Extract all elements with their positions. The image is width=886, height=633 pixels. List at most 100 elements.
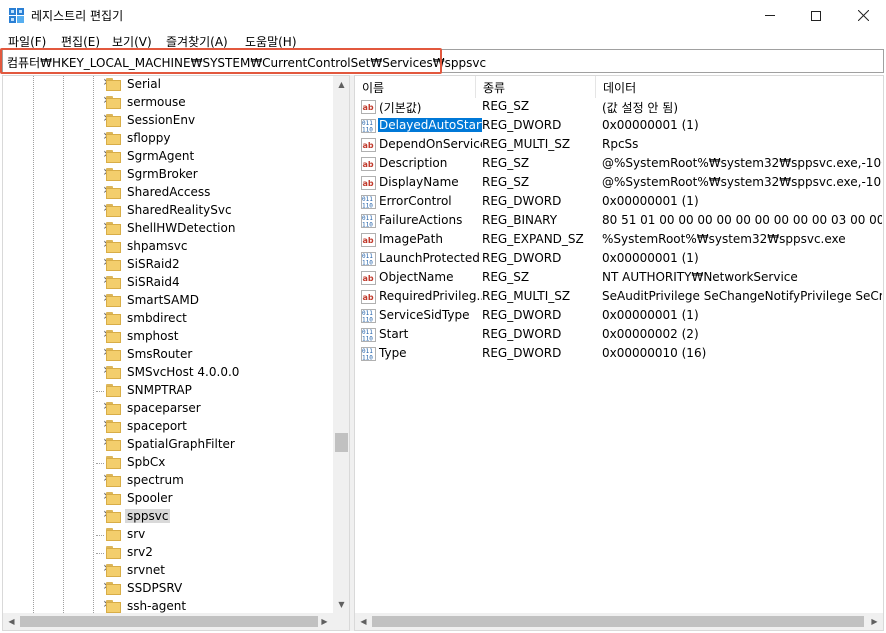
tree-item[interactable]: SNMPTRAP [3, 382, 333, 400]
tree-horizontal-thumb[interactable] [20, 616, 318, 627]
tree-item[interactable]: ›SiSRaid2 [3, 255, 333, 274]
tree-item[interactable]: ›spaceparser [3, 399, 333, 418]
string-value-icon: ab [361, 290, 376, 304]
value-row[interactable]: 011 110 LaunchProtected REG_DWORD 0x00000001… [355, 250, 883, 269]
tree-item[interactable]: ›sfloppy [3, 129, 333, 148]
values-horizontal-scrollbar[interactable]: ◀ ▶ [355, 613, 883, 630]
svg-text:110: 110 [362, 222, 373, 229]
tree-item[interactable]: ›SessionEnv [3, 111, 333, 130]
tree-item[interactable]: SpbCx [3, 454, 333, 472]
value-type: REG_SZ [482, 175, 530, 189]
column-header-data[interactable]: 데이터 [596, 76, 883, 98]
tree-item[interactable]: ›SmsRouter [3, 345, 333, 364]
scroll-down-icon[interactable]: ▼ [333, 596, 349, 613]
tree-item[interactable]: ›smbdirect [3, 309, 333, 328]
binary-value-icon: 011 110 [361, 347, 376, 362]
scroll-right-icon[interactable]: ▶ [866, 613, 883, 630]
folder-icon [106, 96, 121, 109]
value-type: REG_SZ [482, 270, 530, 284]
folder-icon [106, 186, 121, 199]
binary-value-icon: 011 110 [361, 214, 376, 229]
tree-item-label: SiSRaid2 [127, 257, 180, 271]
tree-horizontal-scrollbar[interactable]: ◀ ▶ [3, 613, 333, 630]
value-type: REG_SZ [482, 156, 530, 170]
folder-icon [106, 384, 121, 397]
value-row[interactable]: 011 110 DelayedAutoStart REG_DWORD 0x0000000… [355, 117, 883, 136]
scroll-up-icon[interactable]: ▲ [333, 76, 349, 93]
svg-text:110: 110 [362, 127, 373, 134]
tree-item[interactable]: ›Serial [3, 76, 333, 94]
value-type: REG_MULTI_SZ [482, 289, 571, 303]
tree-item-label: sfloppy [127, 131, 171, 145]
tree-item[interactable]: ›SmartSAMD [3, 291, 333, 310]
value-data: 0x00000010 (16) [602, 346, 707, 360]
value-row[interactable]: ab DependOnService REG_MULTI_SZ RpcSs [355, 136, 883, 155]
tree-item[interactable]: ›smphost [3, 327, 333, 346]
values-pane[interactable]: 이름 종류 데이터 ab (기본값) REG_SZ (값 설정 안 됨) 011 110 D… [354, 75, 884, 631]
folder-icon [106, 78, 121, 91]
close-button[interactable] [840, 0, 886, 31]
values-horizontal-thumb[interactable] [372, 616, 864, 627]
value-row[interactable]: 011 110 ErrorControl REG_DWORD 0x00000001 (1… [355, 193, 883, 212]
value-data: (값 설정 안 됨) [602, 101, 679, 115]
tree-item[interactable]: srv [3, 526, 333, 544]
tree-item[interactable]: ›SpatialGraphFilter [3, 435, 333, 454]
value-row[interactable]: 011 110 FailureActions REG_BINARY 80 51 01 0… [355, 212, 883, 231]
value-data: @%SystemRoot%₩system32₩sppsvc.exe,-101 [602, 175, 882, 189]
value-type: REG_SZ [482, 99, 530, 113]
tree-pane[interactable]: ›Serial›sermouse›SessionEnv›sfloppy›Sgrm… [2, 75, 350, 631]
folder-icon [106, 528, 121, 541]
tree-item[interactable]: ›sermouse [3, 93, 333, 112]
string-value-icon: ab [361, 157, 376, 171]
value-data: RpcSs [602, 137, 639, 151]
value-row[interactable]: ab (기본값) REG_SZ (값 설정 안 됨) [355, 98, 883, 117]
tree-item[interactable]: ›spaceport [3, 417, 333, 436]
tree-item[interactable]: ›SiSRaid4 [3, 273, 333, 292]
tree-item[interactable]: ›SharedAccess [3, 183, 333, 202]
value-data: 0x00000001 (1) [602, 118, 699, 132]
binary-value-icon: 011 110 [361, 195, 376, 210]
string-value-icon: ab [361, 233, 376, 247]
tree-item[interactable]: ›spectrum [3, 471, 333, 490]
column-header-name[interactable]: 이름 [355, 76, 476, 98]
value-type: REG_DWORD [482, 308, 562, 322]
tree-vertical-thumb[interactable] [335, 433, 348, 452]
tree-item[interactable]: ›srvnet [3, 561, 333, 580]
tree-connector [96, 463, 104, 464]
tree-connector [96, 391, 104, 392]
value-row[interactable]: ab ImagePath REG_EXPAND_SZ %SystemRoot%₩sys… [355, 231, 883, 250]
value-row[interactable]: 011 110 Type REG_DWORD 0x00000010 (16) [355, 345, 883, 364]
tree-item[interactable]: ›SharedRealitySvc [3, 201, 333, 220]
value-row[interactable]: ab RequiredPrivileg... REG_MULTI_SZ SeAudit… [355, 288, 883, 307]
value-row[interactable]: ab Description REG_SZ @%SystemRoot%₩system3… [355, 155, 883, 174]
folder-icon [106, 168, 121, 181]
minimize-button[interactable] [747, 0, 793, 31]
tree-item-label: SMSvcHost 4.0.0.0 [127, 365, 240, 379]
value-row[interactable]: 011 110 ServiceSidType REG_DWORD 0x00000001 … [355, 307, 883, 326]
value-name: Description [379, 156, 448, 170]
scroll-right-icon[interactable]: ▶ [316, 613, 333, 630]
tree-item[interactable]: ›SgrmBroker [3, 165, 333, 184]
tree-item[interactable]: ›SSDPSRV [3, 579, 333, 598]
tree-item[interactable]: ›SMSvcHost 4.0.0.0 [3, 363, 333, 382]
folder-icon [106, 510, 121, 523]
scroll-left-icon[interactable]: ◀ [3, 613, 20, 630]
tree-item[interactable]: ›SgrmAgent [3, 147, 333, 166]
value-name: Type [379, 346, 407, 360]
column-header-type[interactable]: 종류 [476, 76, 596, 98]
tree-vertical-scrollbar[interactable]: ▲ ▼ [333, 76, 349, 613]
tree-item[interactable]: ›Spooler [3, 489, 333, 508]
value-row[interactable]: ab ObjectName REG_SZ NT AUTHORITY₩NetworkSe… [355, 269, 883, 288]
folder-icon [106, 204, 121, 217]
value-type: REG_EXPAND_SZ [482, 232, 584, 246]
tree-item[interactable]: ›ShellHWDetection [3, 219, 333, 238]
scroll-left-icon[interactable]: ◀ [355, 613, 372, 630]
tree-item[interactable]: srv2 [3, 544, 333, 562]
value-row[interactable]: ab DisplayName REG_SZ @%SystemRoot%₩system3… [355, 174, 883, 193]
tree-item[interactable]: ›sppsvc [3, 507, 333, 526]
tree-item-label: sppsvc [125, 509, 171, 523]
tree-item[interactable]: ›shpamsvc [3, 237, 333, 256]
value-row[interactable]: 011 110 Start REG_DWORD 0x00000002 (2) [355, 326, 883, 345]
value-data: 0x00000002 (2) [602, 327, 699, 341]
maximize-button[interactable] [793, 0, 839, 31]
